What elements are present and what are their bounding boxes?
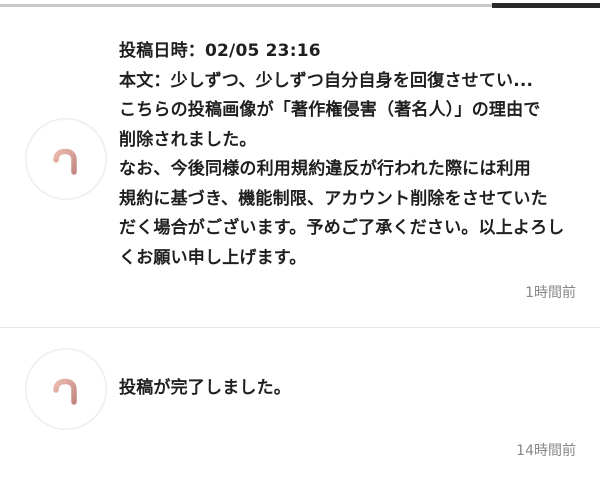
notification-item[interactable]: 投稿が完了しました。 14時間前 xyxy=(0,329,600,488)
h-logo-icon xyxy=(53,373,77,405)
notification-message: 投稿日時：02/05 23:16 本文：少しずつ、少しずつ自分自身を回復させてい… xyxy=(119,41,565,268)
notification-time: 1時間前 xyxy=(525,285,576,301)
notification-item[interactable]: 投稿日時：02/05 23:16 本文：少しずつ、少しずつ自分自身を回復させてい… xyxy=(0,8,600,328)
top-tab-bar xyxy=(0,0,600,8)
h-logo-icon xyxy=(53,143,77,175)
notification-time: 14時間前 xyxy=(516,443,576,459)
notification-message: 投稿が完了しました。 xyxy=(119,378,291,398)
tab-indicator-track xyxy=(0,4,492,7)
avatar[interactable] xyxy=(25,118,107,200)
list-divider xyxy=(0,327,600,328)
avatar[interactable] xyxy=(25,348,107,430)
